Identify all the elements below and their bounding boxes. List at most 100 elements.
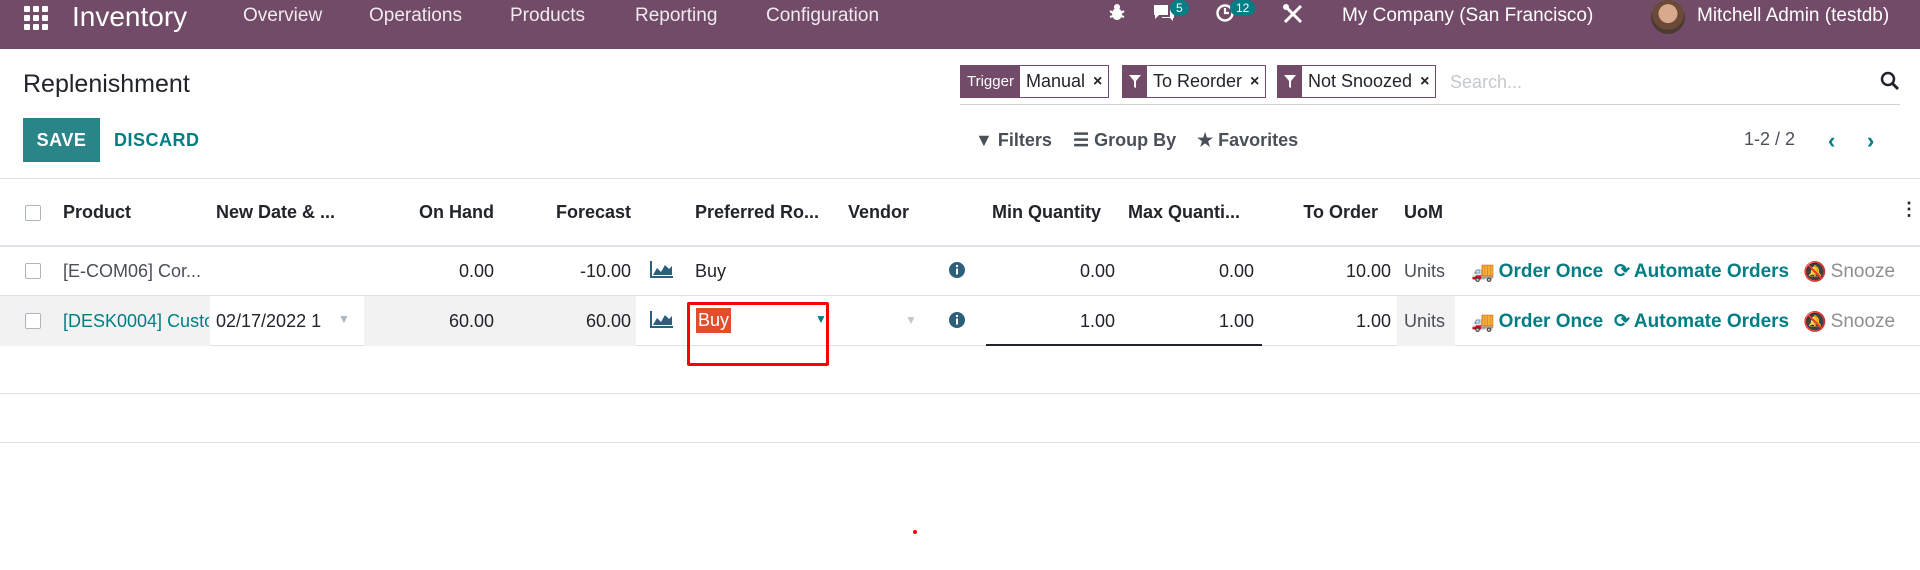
filter-icon (1278, 66, 1302, 97)
search-icon[interactable] (1880, 71, 1900, 96)
automate-orders-label: Automate Orders (1633, 310, 1790, 332)
group-by-toggle[interactable]: ☰ Group By (1073, 130, 1176, 151)
order-once-button[interactable]: 🚚 Order Once (1471, 310, 1603, 334)
highlight-annotation-box (687, 302, 829, 366)
facet-label: Trigger (961, 66, 1020, 97)
messages-badge: 5 (1170, 0, 1189, 16)
info-icon[interactable] (948, 261, 966, 284)
min-quantity-input[interactable]: 1.00 (990, 311, 1115, 332)
max-quantity-input[interactable]: 1.00 (1128, 311, 1254, 332)
refresh-icon: ⟳ (1614, 261, 1630, 282)
search-input[interactable] (1450, 69, 1850, 95)
filters-label: Filters (997, 130, 1052, 150)
header-min-quantity[interactable]: Min Quantity (970, 202, 1101, 223)
order-once-label: Order Once (1498, 311, 1604, 332)
automate-orders-button[interactable]: ⟳ Automate Orders (1614, 260, 1789, 283)
uom-cell: Units (1404, 261, 1446, 281)
bell-slash-icon: 🔕 (1803, 262, 1827, 283)
app-name[interactable]: Inventory (72, 1, 187, 33)
facet-value: Manual (1025, 71, 1086, 91)
empty-row-divider (0, 442, 1920, 443)
info-icon[interactable] (948, 311, 966, 334)
discard-button[interactable]: DISCARD (114, 130, 200, 151)
facet-trigger: Trigger Manual × (960, 65, 1110, 98)
header-uom[interactable]: UoM (1404, 202, 1443, 223)
menu-reporting[interactable]: Reporting (635, 5, 717, 27)
snooze-button[interactable]: 🔕 Snooze (1803, 310, 1895, 334)
date-dropdown-caret-icon[interactable]: ▼ (338, 312, 350, 326)
product-cell[interactable]: [DESK0004] Custo (63, 311, 209, 332)
star-icon: ★ (1197, 130, 1214, 150)
activities-badge: 12 (1230, 0, 1256, 16)
snooze-button[interactable]: 🔕 Snooze (1803, 260, 1895, 284)
filter-icon: ▼ (975, 130, 993, 150)
row-checkbox[interactable] (25, 263, 41, 279)
header-forecast[interactable]: Forecast (520, 202, 631, 223)
company-switcher[interactable]: My Company (San Francisco) (1342, 5, 1593, 27)
header-vendor[interactable]: Vendor (848, 202, 909, 223)
filters-toggle[interactable]: ▼ Filters (975, 130, 1052, 151)
settings-tools-icon[interactable] (1282, 3, 1304, 31)
group-by-label: Group By (1094, 130, 1177, 150)
search-bar: Trigger Manual × To Reorder × Not Snoozed × (960, 65, 1900, 105)
top-navbar: Inventory Overview Operations Products R… (0, 0, 1920, 49)
header-to-order[interactable]: To Order (1260, 202, 1378, 223)
automate-orders-button[interactable]: ⟳ Automate Orders (1614, 310, 1789, 333)
menu-configuration[interactable]: Configuration (766, 5, 879, 27)
snooze-label: Snooze (1830, 311, 1896, 332)
menu-operations[interactable]: Operations (369, 5, 462, 27)
to-order-cell: 10.00 (1345, 261, 1391, 281)
remove-facet-icon[interactable]: × (1420, 73, 1429, 91)
row-checkbox[interactable] (25, 313, 41, 329)
table-row[interactable]: [E-COM06] Cor... 0.00 -10.00 Buy 0.00 0.… (0, 247, 1920, 296)
table-row-editing[interactable]: [DESK0004] Custo 02/17/2022 1 ▼ 60.00 60… (0, 296, 1920, 346)
select-all-checkbox[interactable] (25, 205, 41, 221)
save-button[interactable]: SAVE (23, 118, 100, 162)
pager-previous-icon[interactable]: ‹ (1828, 128, 1835, 154)
cursor-dot (913, 530, 917, 534)
order-once-label: Order Once (1498, 261, 1604, 282)
remove-facet-icon[interactable]: × (1093, 73, 1102, 91)
order-once-button[interactable]: 🚚 Order Once (1471, 260, 1603, 284)
header-preferred-route[interactable]: Preferred Ro... (695, 202, 819, 223)
facet-value: To Reorder (1153, 71, 1243, 91)
forecast-cell: 60.00 (585, 311, 631, 331)
remove-facet-icon[interactable]: × (1250, 73, 1259, 91)
list-icon: ☰ (1073, 130, 1090, 150)
on-hand-cell: 60.00 (448, 311, 494, 331)
header-product[interactable]: Product (63, 202, 131, 223)
facet-value: Not Snoozed (1308, 71, 1413, 91)
menu-overview[interactable]: Overview (243, 5, 322, 27)
header-new-date[interactable]: New Date & ... (216, 202, 335, 223)
to-order-cell: 1.00 (1355, 311, 1391, 331)
optional-columns-icon[interactable]: ⋮ (1900, 199, 1918, 220)
empty-row-divider (0, 393, 1920, 394)
product-cell: [E-COM06] Cor... (63, 261, 202, 281)
snooze-label: Snooze (1830, 261, 1896, 282)
header-max-quantity[interactable]: Max Quanti... (1128, 202, 1240, 223)
page-title: Replenishment (23, 70, 190, 98)
forecast-chart-icon[interactable] (650, 260, 674, 283)
header-on-hand[interactable]: On Hand (390, 202, 494, 223)
edit-underline (986, 344, 1262, 346)
on-hand-cell: 0.00 (458, 261, 494, 281)
user-avatar[interactable] (1651, 0, 1685, 34)
filter-icon (1123, 66, 1147, 97)
forecast-cell: -10.00 (579, 261, 631, 281)
vendor-dropdown-caret-icon[interactable]: ▼ (905, 313, 917, 327)
automate-orders-label: Automate Orders (1633, 260, 1790, 282)
max-quantity-cell: 0.00 (1218, 261, 1254, 281)
user-menu[interactable]: Mitchell Admin (testdb) (1697, 5, 1889, 27)
pager-next-icon[interactable]: › (1867, 128, 1874, 154)
refresh-icon: ⟳ (1614, 311, 1630, 332)
forecast-chart-icon[interactable] (650, 310, 674, 333)
bell-slash-icon: 🔕 (1803, 312, 1827, 333)
apps-menu-icon[interactable] (24, 6, 48, 30)
favorites-toggle[interactable]: ★ Favorites (1197, 130, 1298, 151)
table-header: Product New Date & ... On Hand Forecast … (0, 179, 1920, 247)
new-date-input[interactable]: 02/17/2022 1 (216, 311, 338, 332)
menu-products[interactable]: Products (510, 5, 585, 27)
uom-cell: Units (1404, 311, 1446, 331)
bug-icon[interactable] (1107, 3, 1127, 29)
pager-value[interactable]: 1-2 / 2 (1744, 129, 1795, 150)
